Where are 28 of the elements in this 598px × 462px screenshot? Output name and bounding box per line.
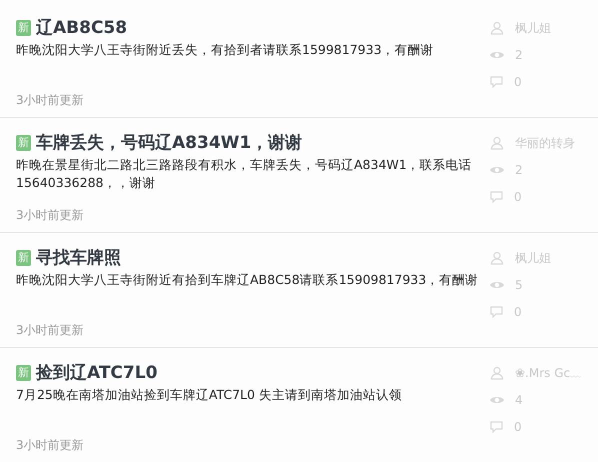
comment-icon	[490, 421, 503, 433]
update-time: 3小时前更新	[16, 207, 85, 224]
post-body: 昨晚在景星街北二路北三路路段有积水，车牌丢失，号码辽A834W1，联系电话15640336288，，谢谢	[16, 156, 473, 192]
eye-icon	[490, 165, 504, 175]
eye-icon	[490, 50, 504, 60]
post-title[interactable]: 寻找车牌照	[36, 247, 121, 269]
update-time: 3小时前更新	[16, 92, 85, 109]
post-title[interactable]: 车牌丢失，号码辽A834W1，谢谢	[36, 132, 302, 154]
eye-icon	[490, 280, 504, 290]
comment-icon	[490, 306, 503, 318]
user-icon	[490, 366, 504, 380]
post-title[interactable]: 辽AB8C58	[36, 17, 128, 39]
post-body: 昨晚沈阳大学八王寺街附近有拾到车牌辽AB8C58请联系15909817933，有酬谢	[16, 271, 480, 289]
new-badge: 新	[16, 365, 31, 381]
comment-icon	[490, 76, 503, 88]
eye-icon	[490, 395, 504, 405]
post-body: 昨晚沈阳大学八王寺街附近丢失，有拾到者请联系1599817933，有酬谢	[16, 41, 435, 59]
update-time: 3小时前更新	[16, 437, 85, 454]
new-badge: 新	[16, 135, 31, 151]
user-icon	[490, 136, 504, 150]
comment-icon	[490, 191, 503, 203]
post-body: 7月25晚在南塔加油站捡到车牌辽ATC7L0 失主请到南塔加油站认领	[16, 386, 403, 404]
new-badge: 新	[16, 20, 31, 36]
update-time: 3小时前更新	[16, 322, 85, 339]
user-icon	[490, 21, 504, 35]
post-title[interactable]: 捡到辽ATC7L0	[36, 362, 158, 384]
user-icon	[490, 251, 504, 265]
new-badge: 新	[16, 250, 31, 266]
